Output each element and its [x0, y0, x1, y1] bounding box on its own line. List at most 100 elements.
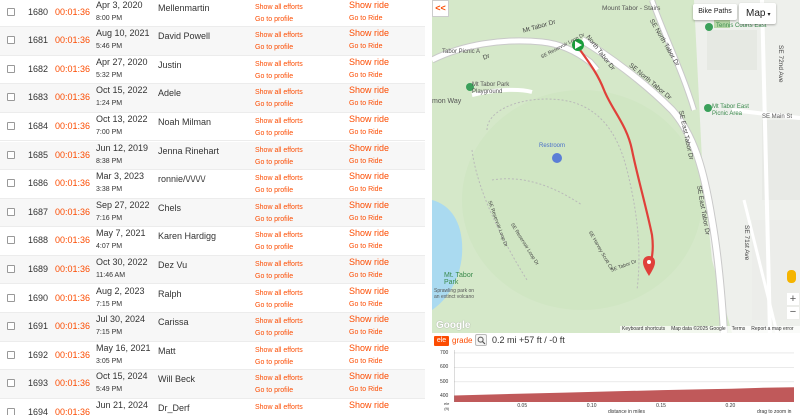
go-to-ride-link[interactable]: Go to Ride	[349, 329, 382, 336]
show-all-efforts-link[interactable]: Show all efforts	[255, 204, 303, 211]
go-to-ride-link[interactable]: Go to Ride	[349, 186, 382, 193]
y-tick-label: 400	[440, 393, 449, 400]
go-to-profile-link[interactable]: Go to profile	[255, 244, 293, 251]
show-all-efforts-link[interactable]: Show all efforts	[255, 318, 303, 325]
row-checkbox[interactable]	[7, 179, 15, 188]
tab-grade[interactable]: grade	[452, 336, 472, 346]
table-row: 1680 00:01:36 Apr 3, 2020 8:00 PM Mellenmart…	[0, 0, 425, 28]
show-ride-link[interactable]: Show ride	[349, 200, 389, 210]
show-ride-link[interactable]: Show ride	[349, 286, 389, 296]
zoom-out-button[interactable]: −	[787, 307, 799, 319]
keyboard-shortcuts-link[interactable]: Keyboard shortcuts	[622, 326, 665, 332]
show-ride-link[interactable]: Show ride	[349, 343, 389, 353]
go-to-profile-link[interactable]: Go to profile	[255, 273, 293, 280]
time-cell: 00:01:36	[55, 6, 91, 17]
athlete-name: Karen Hardigg	[158, 231, 217, 242]
go-to-ride-link[interactable]: Go to Ride	[349, 272, 382, 279]
row-checkbox[interactable]	[7, 379, 15, 388]
table-row: 1683 00:01:36 Oct 15, 2022 1:24 PM Adele Show…	[0, 84, 425, 113]
street-view-pegman-icon[interactable]	[787, 270, 796, 283]
show-ride-link[interactable]: Show ride	[349, 400, 389, 410]
go-to-ride-link[interactable]: Go to Ride	[349, 15, 382, 22]
show-ride-link[interactable]: Show ride	[349, 171, 389, 181]
row-checkbox[interactable]	[7, 64, 15, 73]
go-to-profile-link[interactable]: Go to profile	[255, 302, 293, 309]
go-to-ride-link[interactable]: Go to Ride	[349, 243, 382, 250]
row-checkbox[interactable]	[7, 350, 15, 359]
show-all-efforts-link[interactable]: Show all efforts	[255, 89, 303, 96]
row-checkbox[interactable]	[7, 264, 15, 273]
show-ride-link[interactable]: Show ride	[349, 28, 389, 38]
go-to-profile-link[interactable]: Go to profile	[255, 359, 293, 366]
show-ride-link[interactable]: Show ride	[349, 314, 389, 324]
show-ride-link[interactable]: Show ride	[349, 257, 389, 267]
show-all-efforts-link[interactable]: Show all efforts	[255, 404, 303, 411]
show-ride-link[interactable]: Show ride	[349, 85, 389, 95]
zoom-in-button[interactable]: +	[787, 293, 799, 305]
rank-cell: 1690	[27, 292, 48, 303]
magnifier-icon[interactable]	[475, 334, 487, 346]
go-to-profile-link[interactable]: Go to profile	[255, 216, 293, 223]
go-to-ride-link[interactable]: Go to Ride	[349, 386, 382, 393]
row-checkbox[interactable]	[7, 236, 15, 245]
row-checkbox[interactable]	[7, 7, 15, 16]
show-all-efforts-link[interactable]: Show all efforts	[255, 118, 303, 125]
row-checkbox[interactable]	[7, 322, 15, 331]
go-to-ride-link[interactable]: Go to Ride	[349, 215, 382, 222]
go-to-profile-link[interactable]: Go to profile	[255, 159, 293, 166]
row-checkbox[interactable]	[7, 93, 15, 102]
row-checkbox[interactable]	[7, 36, 15, 45]
terms-link[interactable]: Terms	[732, 326, 746, 332]
go-to-profile-link[interactable]: Go to profile	[255, 44, 293, 51]
go-to-profile-link[interactable]: Go to profile	[255, 130, 293, 137]
row-checkbox[interactable]	[7, 150, 15, 159]
map-view[interactable]: Mount Tabor - Stairs Tennis Courts East …	[432, 0, 800, 333]
row-checkbox[interactable]	[7, 207, 15, 216]
show-ride-link[interactable]: Show ride	[349, 371, 389, 381]
show-all-efforts-link[interactable]: Show all efforts	[255, 175, 303, 182]
show-ride-link[interactable]: Show ride	[349, 228, 389, 238]
go-to-profile-link[interactable]: Go to profile	[255, 101, 293, 108]
row-checkbox[interactable]	[7, 407, 15, 415]
go-to-ride-link[interactable]: Go to Ride	[349, 158, 382, 165]
map-canvas[interactable]	[432, 0, 800, 333]
show-all-efforts-link[interactable]: Show all efforts	[255, 375, 303, 382]
athlete-name: Chels	[158, 202, 182, 213]
go-to-ride-link[interactable]: Go to Ride	[349, 72, 382, 79]
elevation-chart[interactable]	[454, 350, 794, 402]
go-to-ride-link[interactable]: Go to Ride	[349, 43, 382, 50]
show-all-efforts-link[interactable]: Show all efforts	[255, 261, 303, 268]
show-all-efforts-link[interactable]: Show all efforts	[255, 147, 303, 154]
show-all-efforts-link[interactable]: Show all efforts	[255, 61, 303, 68]
go-to-profile-link[interactable]: Go to profile	[255, 330, 293, 337]
go-to-profile-link[interactable]: Go to profile	[255, 16, 293, 23]
show-all-efforts-link[interactable]: Show all efforts	[255, 232, 303, 239]
table-row: 1694 00:01:36 Jun 21, 2024 Dr_Derf Show all …	[0, 399, 425, 415]
show-all-efforts-link[interactable]: Show all efforts	[255, 347, 303, 354]
row-checkbox[interactable]	[7, 293, 15, 302]
clock-cell: 5:32 PM	[96, 71, 123, 79]
collapse-map-button[interactable]: <<	[432, 0, 449, 17]
show-ride-link[interactable]: Show ride	[349, 0, 389, 10]
rank-cell: 1691	[27, 321, 48, 332]
show-ride-link[interactable]: Show ride	[349, 143, 389, 153]
go-to-profile-link[interactable]: Go to profile	[255, 387, 293, 394]
go-to-profile-link[interactable]: Go to profile	[255, 187, 293, 194]
show-all-efforts-link[interactable]: Show all efforts	[255, 4, 303, 11]
show-ride-link[interactable]: Show ride	[349, 114, 389, 124]
go-to-ride-link[interactable]: Go to Ride	[349, 358, 382, 365]
rank-cell: 1680	[27, 6, 48, 17]
show-all-efforts-link[interactable]: Show all efforts	[255, 32, 303, 39]
go-to-ride-link[interactable]: Go to Ride	[349, 301, 382, 308]
time-cell: 00:01:36	[55, 149, 91, 160]
show-all-efforts-link[interactable]: Show all efforts	[255, 290, 303, 297]
go-to-ride-link[interactable]: Go to Ride	[349, 100, 382, 107]
tab-elevation[interactable]: ele	[434, 336, 449, 346]
row-checkbox[interactable]	[7, 121, 15, 130]
map-type-dropdown[interactable]: Map ▾	[739, 3, 776, 24]
report-map-error-link[interactable]: Report a map error	[751, 326, 793, 332]
go-to-profile-link[interactable]: Go to profile	[255, 73, 293, 80]
go-to-ride-link[interactable]: Go to Ride	[349, 129, 382, 136]
bike-paths-button[interactable]: Bike Paths	[693, 4, 737, 20]
show-ride-link[interactable]: Show ride	[349, 57, 389, 67]
